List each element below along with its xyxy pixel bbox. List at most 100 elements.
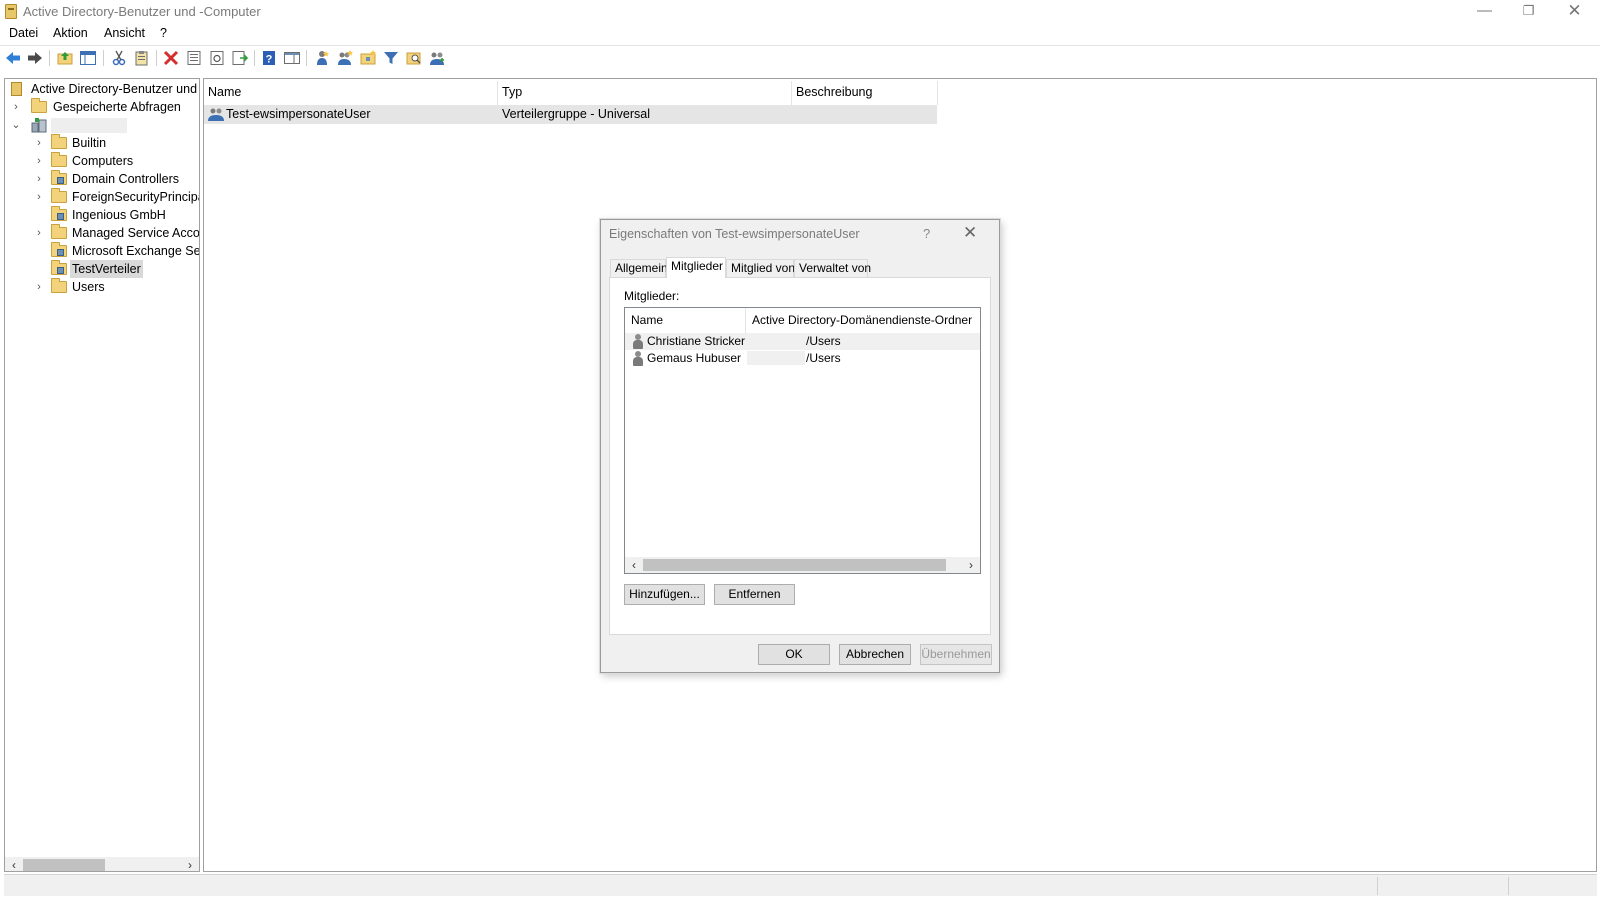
scroll-left-icon[interactable]: ‹ <box>6 857 22 871</box>
scrollbar-thumb[interactable] <box>643 559 946 571</box>
copy-icon[interactable] <box>133 49 151 67</box>
scrollbar-thumb[interactable] <box>23 859 105 871</box>
create-user-icon[interactable] <box>313 49 331 67</box>
find-icon[interactable] <box>405 49 423 67</box>
menu-ansicht[interactable]: Ansicht <box>104 26 145 40</box>
column-header-type[interactable]: Typ <box>498 81 792 105</box>
status-bar <box>4 874 1597 896</box>
tree-item-label: ForeignSecurityPrincipals <box>72 190 200 204</box>
member-column-name[interactable]: Name <box>625 308 746 333</box>
chevron-right-icon[interactable]: › <box>34 224 44 242</box>
folder-icon <box>51 152 67 167</box>
up-folder-icon[interactable] <box>56 49 74 67</box>
menu-aktion[interactable]: Aktion <box>53 26 88 40</box>
tab-mitglied-von[interactable]: Mitglied von <box>726 259 795 277</box>
window-title: Active Directory-Benutzer und -Computer <box>23 4 261 19</box>
restore-button[interactable]: ❐ <box>1506 0 1551 24</box>
tree-item-foreignsecurityprincipals[interactable]: › ForeignSecurityPrincipals <box>9 188 199 206</box>
chevron-down-icon[interactable]: ⌄ <box>11 116 21 134</box>
dialog-help-button[interactable]: ? <box>923 226 930 241</box>
domain-icon <box>31 118 47 133</box>
tree-item-computers[interactable]: › Computers <box>9 152 199 170</box>
add-member-button[interactable]: Hinzufügen... <box>624 584 705 605</box>
chevron-right-icon[interactable]: › <box>34 278 44 296</box>
ou-folder-icon <box>51 170 67 185</box>
tab-mitglieder[interactable]: Mitglieder <box>666 257 726 278</box>
tab-page-members: Mitglieder: Name Active Directory-Domäne… <box>609 277 991 635</box>
members-label: Mitglieder: <box>624 289 680 303</box>
redacted-domain <box>747 351 805 365</box>
user-icon <box>632 351 644 366</box>
create-group-icon[interactable] <box>336 49 354 67</box>
cancel-button[interactable]: Abbrechen <box>839 644 911 665</box>
create-ou-icon[interactable] <box>359 49 377 67</box>
dialog-close-button[interactable]: ✕ <box>963 223 977 243</box>
tree-item-label: Gespeicherte Abfragen <box>53 100 181 114</box>
member-folder: /Users <box>806 334 841 348</box>
dialog-title: Eigenschaften von Test-ewsimpersonateUse… <box>609 227 860 241</box>
tree-item-managed-service-accounts[interactable]: › Managed Service Accounts <box>9 224 199 242</box>
tree-root[interactable]: Active Directory-Benutzer und -Computer <box>11 80 199 98</box>
tree-item-builtin[interactable]: › Builtin <box>9 134 199 152</box>
tree-item-testverteiler[interactable]: TestVerteiler <box>9 260 199 278</box>
refresh-icon[interactable] <box>208 49 226 67</box>
member-column-folder[interactable]: Active Directory-Domänendienste-Ordner <box>746 308 980 333</box>
chevron-right-icon[interactable]: › <box>11 98 21 116</box>
remove-member-button[interactable]: Entfernen <box>714 584 795 605</box>
ou-folder-icon <box>51 206 67 221</box>
scroll-left-icon[interactable]: ‹ <box>626 557 642 573</box>
toolbar: ? <box>0 45 1600 70</box>
toolbar-separator <box>156 50 157 66</box>
menu-datei[interactable]: Datei <box>9 26 38 40</box>
status-divider <box>1508 877 1509 895</box>
tree-horizontal-scrollbar[interactable]: ‹ › <box>5 857 199 871</box>
chevron-right-icon[interactable]: › <box>34 134 44 152</box>
tree-item-users[interactable]: › Users <box>9 278 199 296</box>
tree-item-label: Ingenious GmbH <box>72 208 166 222</box>
ok-button[interactable]: OK <box>758 644 830 665</box>
tree-item-label: Microsoft Exchange Security Groups <box>72 244 200 258</box>
member-name: Christiane Stricker <box>647 334 746 348</box>
export-list-icon[interactable] <box>231 49 249 67</box>
help-icon[interactable]: ? <box>260 49 278 67</box>
column-header-description[interactable]: Beschreibung <box>792 81 938 105</box>
back-icon[interactable] <box>4 49 22 67</box>
members-list[interactable]: Name Active Directory-Domänendienste-Ord… <box>624 307 981 574</box>
folder-icon <box>51 278 67 293</box>
delete-icon[interactable] <box>162 49 180 67</box>
scroll-right-icon[interactable]: › <box>182 857 198 871</box>
app-icon <box>5 4 17 19</box>
list-item[interactable]: Test-ewsimpersonateUser Verteilergruppe … <box>204 105 937 124</box>
filter-icon[interactable] <box>382 49 400 67</box>
console-tree: Active Directory-Benutzer und -Computer … <box>4 78 200 872</box>
tree-item-label: Computers <box>72 154 134 168</box>
tree-item-domain-controllers[interactable]: › Domain Controllers <box>9 170 199 188</box>
scroll-right-icon[interactable]: › <box>963 557 979 573</box>
tree-item-microsoft-exchange-security-groups[interactable]: Microsoft Exchange Security Groups <box>9 242 199 260</box>
column-header-name[interactable]: Name <box>204 81 498 105</box>
tab-allgemein[interactable]: Allgemein <box>610 259 668 277</box>
apply-button[interactable]: Übernehmen <box>920 644 992 665</box>
chevron-right-icon[interactable]: › <box>34 170 44 188</box>
close-button[interactable]: ✕ <box>1552 0 1597 24</box>
minimize-button[interactable]: — <box>1462 0 1507 24</box>
show-hide-tree-icon[interactable] <box>79 49 97 67</box>
list-item[interactable]: Christiane Stricker /Users <box>625 333 980 350</box>
chevron-right-icon[interactable]: › <box>34 152 44 170</box>
member-name: Gemaus Hubuser <box>647 351 742 365</box>
tree-item-ingenious-gmbh[interactable]: Ingenious GmbH <box>9 206 199 224</box>
show-action-pane-icon[interactable] <box>283 49 301 67</box>
tree-item-domain[interactable]: ⌄ <box>9 116 199 134</box>
tab-verwaltet-von[interactable]: Verwaltet von <box>794 259 871 277</box>
cut-icon[interactable] <box>110 49 128 67</box>
menu-bar: Datei Aktion Ansicht ? <box>0 24 1600 44</box>
list-item[interactable]: Gemaus Hubuser /Users <box>625 350 980 367</box>
forward-icon[interactable] <box>26 49 44 67</box>
domain-name-redacted <box>51 118 127 133</box>
members-horizontal-scrollbar[interactable]: ‹ › <box>625 557 980 573</box>
tree-item-saved-queries[interactable]: › Gespeicherte Abfragen <box>9 98 199 116</box>
menu-help[interactable]: ? <box>160 26 167 40</box>
chevron-right-icon[interactable]: › <box>34 188 44 206</box>
properties-icon[interactable] <box>185 49 203 67</box>
add-to-group-icon[interactable] <box>428 49 446 67</box>
